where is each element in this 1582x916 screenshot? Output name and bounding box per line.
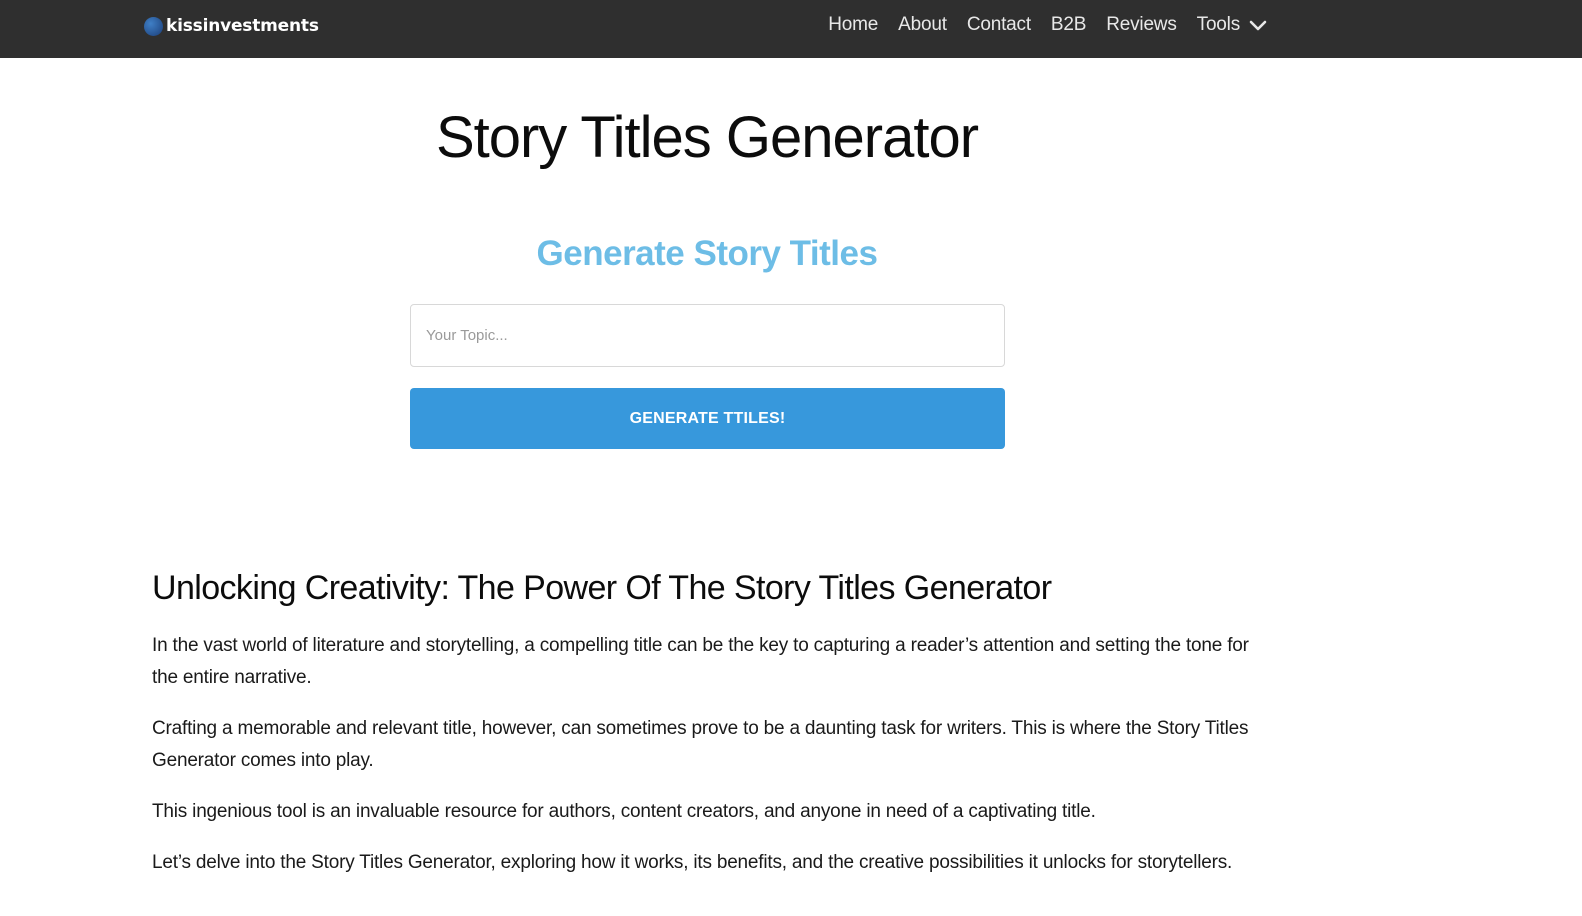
article-section: Unlocking Creativity: The Power Of The S… — [152, 566, 1267, 898]
article-paragraph: In the vast world of literature and stor… — [152, 635, 1249, 688]
nav-tools-label: Tools — [1196, 14, 1241, 35]
topic-input[interactable] — [410, 304, 1005, 367]
nav-home[interactable]: Home — [828, 14, 878, 36]
page-title: Story Titles Generator — [435, 105, 979, 170]
nav-contact[interactable]: Contact — [967, 14, 1031, 36]
brand-name: kissinvestments — [166, 16, 319, 36]
generator-heading: Generate Story Titles — [536, 234, 878, 273]
generate-titles-button[interactable]: GENERATE TTILES! — [410, 388, 1005, 449]
top-navbar: kissinvestments Home About Contact B2B R… — [0, 0, 1582, 58]
main-nav: Home About Contact B2B Reviews Tools — [808, 0, 1267, 50]
article-paragraph: This ingenious tool is an invaluable res… — [152, 801, 1096, 822]
nav-b2b[interactable]: B2B — [1051, 14, 1087, 36]
article-paragraph: Let’s delve into the Story Titles Genera… — [152, 852, 1233, 873]
article-paragraph: Crafting a memorable and relevant title,… — [152, 718, 1249, 771]
globe-logo-icon — [144, 16, 163, 36]
nav-tools-dropdown[interactable]: Tools — [1197, 14, 1267, 36]
nav-about[interactable]: About — [898, 14, 947, 36]
brand-logo-link[interactable]: kissinvestments — [144, 14, 319, 38]
nav-reviews[interactable]: Reviews — [1106, 14, 1177, 36]
article-heading: Unlocking Creativity: The Power Of The S… — [152, 569, 1052, 607]
chevron-down-icon — [1249, 20, 1267, 31]
